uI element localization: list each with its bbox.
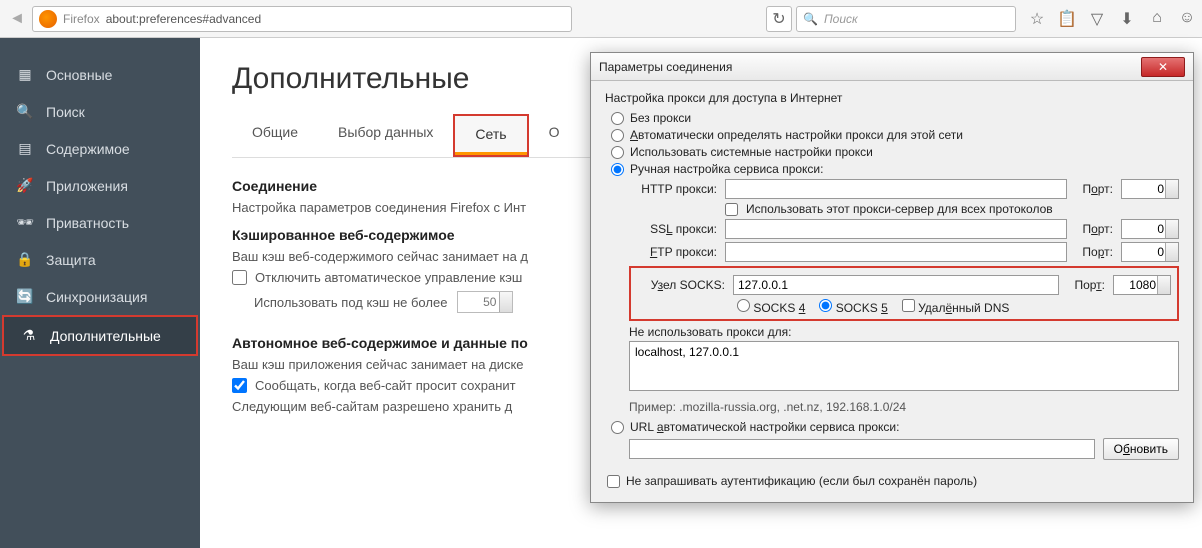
sidebar-item-search[interactable]: 🔍 Поиск [0,93,200,130]
radio-socks5[interactable]: SOCKS 5 [819,299,887,315]
pac-url-input[interactable] [629,439,1095,459]
sidebar-item-label: Содержимое [46,141,130,157]
url-bar[interactable]: Firefox about:preferences#advanced [32,6,572,32]
ssl-proxy-input[interactable] [725,219,1067,239]
http-proxy-label: HTTP прокси: [629,182,717,196]
reload-button[interactable]: ↻ [766,6,792,32]
clipboard-icon[interactable]: 📋 [1058,9,1076,29]
pocket-icon[interactable]: ▽ [1088,9,1106,29]
radio-auto-url[interactable]: URL автоматической настройки сервиса про… [611,420,1179,434]
firefox-icon [39,10,57,28]
radio-system-proxy[interactable]: Использовать системные настройки прокси [611,145,1179,159]
sidebar-item-content[interactable]: ▤ Содержимое [0,130,200,167]
firefox-label: Firefox [63,12,100,26]
content-icon: ▤ [16,140,34,157]
sidebar-item-label: Приватность [46,215,129,231]
sidebar-item-sync[interactable]: 🔄 Синхронизация [0,278,200,315]
sidebar-item-general[interactable]: ▦ Основные [0,56,200,93]
checkbox-label: Сообщать, когда веб-сайт просит сохранит [255,378,516,393]
cache-limit-label: Использовать под кэш не более [254,295,447,310]
ftp-port-input[interactable] [1121,242,1179,262]
socks-label: Узел SOCKS: [637,278,725,292]
no-proxy-input[interactable]: localhost, 127.0.0.1 [629,341,1179,391]
socks-host-input[interactable] [733,275,1059,295]
http-proxy-input[interactable] [725,179,1067,199]
use-for-all-checkbox[interactable] [725,203,738,216]
cache-override-input[interactable] [232,270,247,285]
sidebar-item-advanced[interactable]: ⚗ Дополнительные [4,317,196,354]
use-for-all-label: Использовать этот прокси-сервер для всех… [746,202,1053,216]
radio-auto-detect[interactable]: Автоматически определять настройки прокс… [611,128,1179,142]
manual-proxy-grid: HTTP прокси: Порт: Использовать этот про… [629,179,1179,414]
checkbox-label: Отключить автоматическое управление кэш [255,270,522,285]
ssl-port-input[interactable] [1121,219,1179,239]
privacy-icon: 🕶 [16,214,34,231]
no-proxy-label: Не использовать прокси для: [629,325,1179,339]
http-port-input[interactable] [1121,179,1179,199]
tab-data-choices[interactable]: Выбор данных [318,114,453,157]
sync-icon: 🔄 [16,288,34,305]
radio-no-proxy[interactable]: Без прокси [611,111,1179,125]
tab-network[interactable]: Сеть [455,116,526,155]
offline-notify-input[interactable] [232,378,247,393]
cache-limit-input[interactable] [457,291,513,313]
no-proxy-example: Пример: .mozilla-russia.org, .net.nz, 19… [629,400,1179,414]
connection-settings-dialog: Параметры соединения ✕ Настройка прокси … [590,52,1194,503]
radio-socks4[interactable]: SOCKS 4 [737,299,805,315]
ftp-proxy-input[interactable] [725,242,1067,262]
url-text: about:preferences#advanced [106,12,261,26]
apps-icon: 🚀 [16,177,34,194]
sidebar-item-label: Основные [46,67,112,83]
dialog-close-button[interactable]: ✕ [1141,57,1185,77]
socks-port-input[interactable] [1113,275,1171,295]
proxy-heading: Настройка прокси для доступа в Интернет [605,91,1179,105]
reload-pac-button[interactable]: Обновить [1103,438,1179,460]
search-placeholder: Поиск [824,12,858,26]
remote-dns-checkbox[interactable]: Удалённый DNS [902,299,1010,315]
search-icon: 🔍 [803,12,818,26]
sidebar-item-label: Защита [46,252,96,268]
search-bar[interactable]: 🔍 Поиск [796,6,1016,32]
dialog-title: Параметры соединения [599,60,732,74]
no-auth-checkbox[interactable]: Не запрашивать аутентификацию (если был … [607,474,1179,488]
preferences-sidebar: ▦ Основные 🔍 Поиск ▤ Содержимое 🚀 Приложения… [0,38,200,548]
tab-other[interactable]: О [529,114,580,157]
search-icon: 🔍 [16,103,34,120]
sidebar-item-label: Дополнительные [50,328,161,344]
socks-highlight-box: Узел SOCKS: Порт: SOCKS 4 SOCKS 5 Удалён… [629,266,1179,321]
smiley-icon[interactable]: ☺ [1178,9,1196,29]
sidebar-item-security[interactable]: 🔒 Защита [0,241,200,278]
advanced-icon: ⚗ [20,327,38,344]
sidebar-item-label: Приложения [46,178,128,194]
radio-manual-proxy[interactable]: Ручная настройка сервиса прокси: [611,162,1179,176]
sidebar-item-privacy[interactable]: 🕶 Приватность [0,204,200,241]
sidebar-item-label: Поиск [46,104,85,120]
downloads-icon[interactable]: ⬇ [1118,9,1136,29]
bookmark-star-icon[interactable]: ☆ [1028,9,1046,29]
sidebar-item-apps[interactable]: 🚀 Приложения [0,167,200,204]
dialog-titlebar: Параметры соединения ✕ [591,53,1193,81]
back-button[interactable]: ◄ [6,8,28,30]
browser-toolbar: ◄ Firefox about:preferences#advanced ↻ 🔍… [0,0,1202,38]
lock-icon: 🔒 [16,251,34,268]
tab-general[interactable]: Общие [232,114,318,157]
general-icon: ▦ [16,66,34,83]
home-icon[interactable]: ⌂ [1148,9,1166,29]
sidebar-item-label: Синхронизация [46,289,147,305]
no-auth-label: Не запрашивать аутентификацию (если был … [626,474,977,488]
toolbar-icons: ☆ 📋 ▽ ⬇ ⌂ ☺ [1028,9,1196,29]
